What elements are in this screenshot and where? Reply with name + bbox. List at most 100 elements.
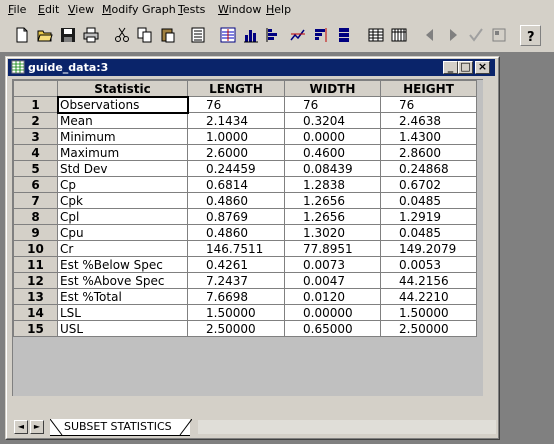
value-cell[interactable]: 2.6000 <box>187 144 285 161</box>
menu-window[interactable]: Window <box>218 3 261 17</box>
menu-tests[interactable]: Tests <box>178 3 205 17</box>
row-header[interactable]: 1 <box>13 96 58 113</box>
check-icon[interactable] <box>466 25 487 46</box>
statistic-cell[interactable]: Observations <box>56 95 189 114</box>
close-button[interactable]: × <box>475 60 490 74</box>
sheet-next-button[interactable]: ► <box>30 420 44 434</box>
value-cell[interactable]: 0.08439 <box>284 160 381 177</box>
value-cell[interactable]: 7.2437 <box>187 272 285 289</box>
statistic-cell[interactable]: USL <box>57 320 188 337</box>
value-cell[interactable]: 0.0053 <box>380 256 477 273</box>
cut-icon[interactable] <box>112 25 133 46</box>
control-chart-icon[interactable] <box>311 25 332 46</box>
statistic-cell[interactable]: Std Dev <box>57 160 188 177</box>
value-cell[interactable]: 1.2919 <box>380 208 477 225</box>
maximize-button[interactable]: □ <box>458 60 473 74</box>
menu-modify-graph[interactable]: Modify Graph <box>102 3 176 17</box>
statistic-cell[interactable]: Cr <box>57 240 188 257</box>
statistic-cell[interactable]: Mean <box>57 112 188 129</box>
grid-chart-icon[interactable] <box>264 25 285 46</box>
value-cell[interactable]: 0.65000 <box>284 320 381 337</box>
statistic-cell[interactable]: Cpk <box>57 192 188 209</box>
value-cell[interactable]: 0.0120 <box>284 288 381 305</box>
row-header[interactable]: 8 <box>13 208 58 225</box>
value-cell[interactable]: 146.7511 <box>187 240 285 257</box>
horizontal-scrollbar[interactable] <box>198 420 496 434</box>
row-header[interactable]: 12 <box>13 272 58 289</box>
row-header[interactable]: 13 <box>13 288 58 305</box>
value-cell[interactable]: 0.0047 <box>284 272 381 289</box>
column-header[interactable]: HEIGHT <box>380 80 477 97</box>
value-cell[interactable]: 0.0485 <box>380 224 477 241</box>
value-cell[interactable]: 0.24868 <box>380 160 477 177</box>
statistic-cell[interactable]: Est %Below Spec <box>57 256 188 273</box>
value-cell[interactable]: 0.4860 <box>187 192 285 209</box>
sheet-tab-subset-statistics[interactable]: SUBSET STATISTICS <box>50 419 192 436</box>
value-cell[interactable]: 1.2656 <box>284 192 381 209</box>
column-header[interactable]: Statistic <box>57 80 188 97</box>
next-icon[interactable] <box>443 25 464 46</box>
menu-view[interactable]: View <box>68 3 94 17</box>
save-icon[interactable] <box>58 25 79 46</box>
table-alt-icon[interactable] <box>389 25 410 46</box>
row-header[interactable]: 3 <box>13 128 58 145</box>
corner-header[interactable] <box>13 80 58 97</box>
statistic-cell[interactable]: Maximum <box>57 144 188 161</box>
value-cell[interactable]: 0.24459 <box>187 160 285 177</box>
statistic-cell[interactable]: Minimum <box>57 128 188 145</box>
value-cell[interactable]: 44.2156 <box>380 272 477 289</box>
value-cell[interactable]: 7.6698 <box>187 288 285 305</box>
value-cell[interactable]: 1.2838 <box>284 176 381 193</box>
value-cell[interactable]: 0.6814 <box>187 176 285 193</box>
row-header[interactable]: 5 <box>13 160 58 177</box>
value-cell[interactable]: 0.6702 <box>380 176 477 193</box>
window-titlebar[interactable]: guide_data:3 _ □ × <box>8 59 495 76</box>
row-header[interactable]: 2 <box>13 112 58 129</box>
row-header[interactable]: 9 <box>13 224 58 241</box>
copy-icon[interactable] <box>135 25 156 46</box>
value-cell[interactable]: 0.8769 <box>187 208 285 225</box>
value-cell[interactable]: 0.0000 <box>284 128 381 145</box>
value-cell[interactable]: 0.3204 <box>284 112 381 129</box>
value-cell[interactable]: 76 <box>284 96 381 113</box>
menu-help[interactable]: Help <box>266 3 291 17</box>
window-icon[interactable] <box>489 25 510 46</box>
value-cell[interactable]: 2.50000 <box>380 320 477 337</box>
row-header[interactable]: 15 <box>13 320 58 337</box>
value-cell[interactable]: 0.4261 <box>187 256 285 273</box>
value-cell[interactable]: 2.50000 <box>187 320 285 337</box>
help-icon[interactable]: ? <box>520 25 541 46</box>
value-cell[interactable]: 77.8951 <box>284 240 381 257</box>
value-cell[interactable]: 1.50000 <box>380 304 477 321</box>
column-header[interactable]: WIDTH <box>284 80 381 97</box>
row-header[interactable]: 10 <box>13 240 58 257</box>
menu-edit[interactable]: Edit <box>38 3 59 17</box>
prev-icon[interactable] <box>420 25 441 46</box>
row-header[interactable]: 4 <box>13 144 58 161</box>
value-cell[interactable]: 1.2656 <box>284 208 381 225</box>
row-header[interactable]: 6 <box>13 176 58 193</box>
row-header[interactable]: 14 <box>13 304 58 321</box>
statistic-cell[interactable]: Est %Above Spec <box>57 272 188 289</box>
value-cell[interactable]: 0.4600 <box>284 144 381 161</box>
calculator-icon[interactable] <box>188 25 209 46</box>
value-cell[interactable]: 2.1434 <box>187 112 285 129</box>
sheet-prev-button[interactable]: ◄ <box>14 420 28 434</box>
histogram-icon[interactable] <box>218 25 239 46</box>
value-cell[interactable]: 1.0000 <box>187 128 285 145</box>
value-cell[interactable]: 149.2079 <box>380 240 477 257</box>
print-icon[interactable] <box>81 25 102 46</box>
open-folder-icon[interactable] <box>35 25 56 46</box>
value-cell[interactable]: 2.4638 <box>380 112 477 129</box>
minimize-button[interactable]: _ <box>443 60 458 74</box>
stack-chart-icon[interactable] <box>334 25 355 46</box>
menu-file[interactable]: File <box>8 3 26 17</box>
value-cell[interactable]: 1.3020 <box>284 224 381 241</box>
value-cell[interactable]: 1.4300 <box>380 128 477 145</box>
table-icon[interactable] <box>366 25 387 46</box>
value-cell[interactable]: 0.4860 <box>187 224 285 241</box>
new-file-icon[interactable] <box>12 25 33 46</box>
value-cell[interactable]: 1.50000 <box>187 304 285 321</box>
statistic-cell[interactable]: Cpl <box>57 208 188 225</box>
row-header[interactable]: 7 <box>13 192 58 209</box>
